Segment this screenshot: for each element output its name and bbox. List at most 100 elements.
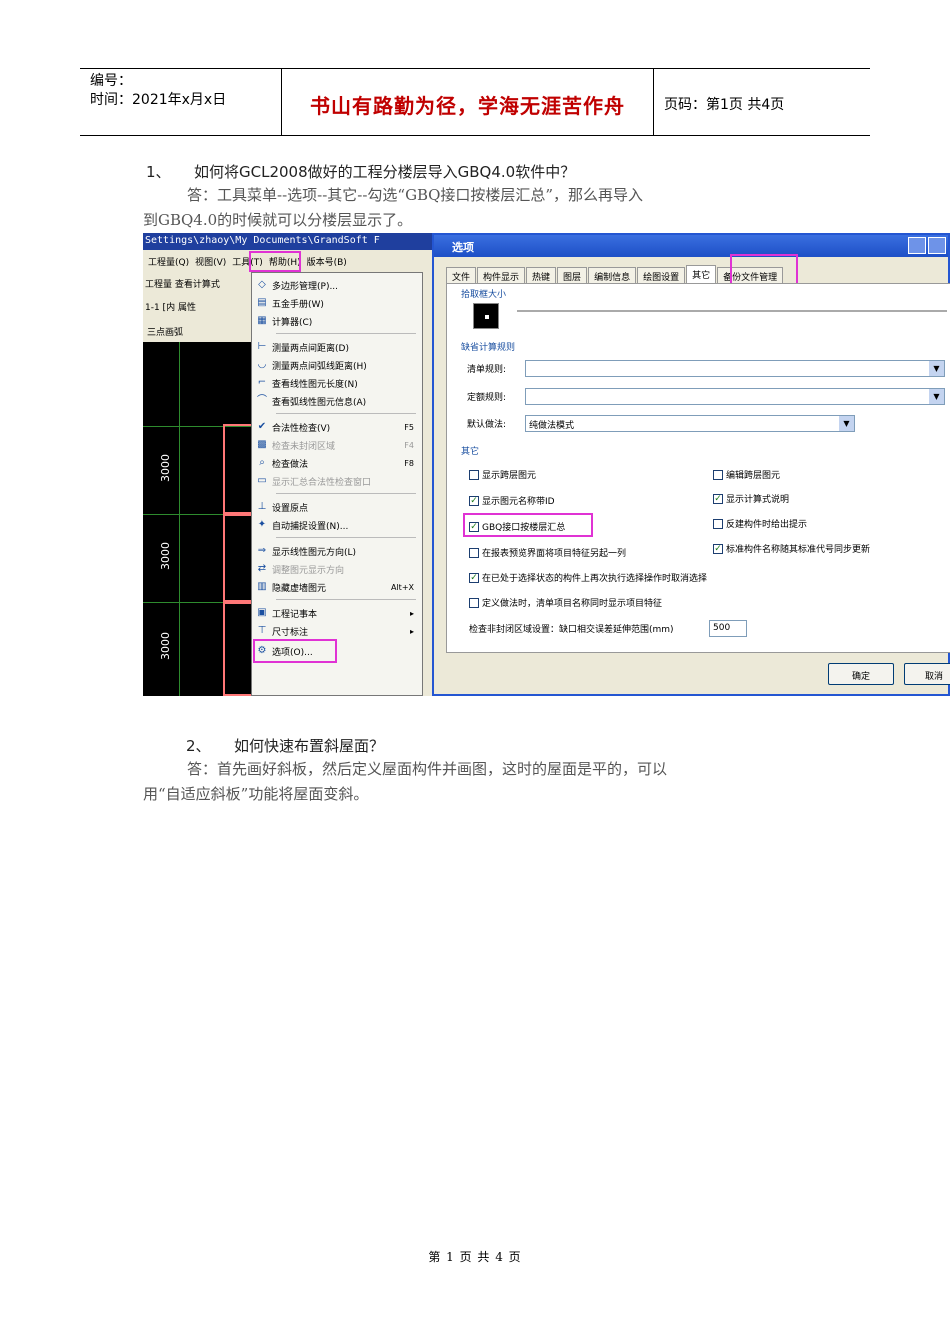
question-1: 1、 如何将GCL2008做好的工程分楼层导入GBQ4.0软件中？ [146,161,575,182]
check-icon: ✓ [469,495,479,506]
menu-item-measure-arc[interactable]: ◡ 测量两点间弧线距离(H) [256,357,418,373]
question-2-number: 2、 [186,737,211,755]
menu-item-measure-distance[interactable]: ⊢ 测量两点间距离(D) [256,339,418,355]
answer-2: 答：首先画好斜板，然后定义屋面构件并画图，这时的屋面是平的，可以 用“自适应斜板… [143,757,667,807]
menu-item-label: 显示线性图元方向(L) [272,547,357,558]
menu-item-dimension[interactable]: ⊤ 尺寸标注 ▸ [256,623,418,639]
checkbox-show-name-id[interactable]: ✓ 显示图元名称带ID [469,494,555,507]
options-dialog: 选项 文件 构件显示 热键 图层 编制信息 绘图设置 其它 备份文件管理 拾取框… [432,233,950,696]
menu-version[interactable]: 版本号(B) [307,255,347,268]
toolbar-view-formula[interactable]: 查看计算式 [175,280,220,290]
default-method-label: 默认做法: [467,420,507,430]
menu-item-label: 工程记事本 [272,609,318,620]
checkbox-toggle-selection[interactable]: ✓ 在已处于选择状态的构件上再次执行选择操作时取消选择 [469,571,707,584]
drawing-canvas[interactable]: 3000 3000 3000 [143,342,253,696]
default-method-value: 纯做法模式 [529,421,575,431]
question-2-text: 如何快速布置斜屋面？ [234,737,385,755]
group-other: 其它 [461,447,480,457]
check-gap-input[interactable]: 500 [709,620,747,637]
tab-component-display[interactable]: 构件显示 [477,267,526,283]
menu-item-label: 检查未封闭区域 [272,441,336,452]
calculator-icon: ▦ [257,315,267,326]
menu-item-set-origin[interactable]: ⊥ 设置原点 [256,499,418,515]
checkbox-box [713,518,723,529]
menu-item-label: 测量两点间弧线距离(H) [272,361,367,372]
menu-item-snap-settings[interactable]: ✦ 自动捕捉设置(N)... [256,517,418,533]
checkbox-reverse-build-prompt[interactable]: 反建构件时给出提示 [713,517,807,530]
close-button[interactable] [928,237,946,254]
book-icon: ▤ [257,297,267,308]
menu-separator [276,413,416,414]
menu-item-check-unclosed[interactable]: ▩ 检查未封闭区域 F4 [256,437,418,453]
menu-item-label: 检查做法 [272,459,309,470]
page-header: 编号： 时间：2021年x月x日 书山有路勤为径，学海无涯苦作舟 页码：第1页 … [80,68,870,136]
tab-other[interactable]: 其它 [686,265,717,283]
tab-edit-info[interactable]: 编制信息 [588,267,637,283]
menu-item-check-method[interactable]: ⌕ 检查做法 F8 [256,455,418,471]
menu-item-hide-virtual-wall[interactable]: ▥ 隐藏虚墙图元 Alt+X [256,579,418,595]
menu-quantity[interactable]: 工程量(Q) [148,255,189,268]
toolbar-quantity[interactable]: 工程量 [145,280,172,290]
minimize-button[interactable] [908,237,926,254]
checkbox-sync-standard-name[interactable]: ✓ 标准构件名称随其标准代号同步更新 [713,542,870,555]
menu-item-arc-info[interactable]: ⌒ 查看弧线性图元信息(A) [256,393,418,409]
toolbar-row-1: 工程量 查看计算式 [143,272,253,294]
header-motto: 书山有路勤为径，学海无涯苦作舟 [282,69,654,135]
arc-info-icon: ⌒ [257,395,267,406]
pick-size-slider[interactable] [517,310,947,312]
checkbox-show-item-feature[interactable]: 定义做法时，清单项目名称同时显示项目特征 [469,596,662,609]
menu-item-project-notes[interactable]: ▣ 工程记事本 ▸ [256,605,418,621]
checkbox-show-formula-note[interactable]: ✓ 显示计算式说明 [713,492,789,505]
tab-layers[interactable]: 图层 [557,267,588,283]
menu-item-hardware-manual[interactable]: ▤ 五金手册(W) [256,295,418,311]
tab-drawing-settings[interactable]: 绘图设置 [637,267,686,283]
checkbox-label: 反建构件时给出提示 [726,520,808,530]
menu-item-show-line-direction[interactable]: ⇒ 显示线性图元方向(L) [256,543,418,559]
dimension-label: 3000 [159,454,172,482]
menu-item-polygon-manage[interactable]: ◇ 多边形管理(P)... [256,277,418,293]
checkbox-show-cross-layer[interactable]: 显示跨层图元 [469,468,536,481]
toolbar-floor-select[interactable]: 1-1 [内 [145,303,175,313]
list-rule-select[interactable]: ▼ [525,360,945,377]
cancel-button[interactable]: 取消 [904,663,950,685]
page-footer: 第 1 页 共 4 页 [428,1250,522,1264]
adjust-icon: ⇄ [257,563,267,574]
menu-item-label: 自动捕捉设置(N)... [272,521,349,532]
quota-rule-label: 定额规则: [467,393,507,403]
menu-item-label: 计算器(C) [272,317,313,328]
menu-item-calculator[interactable]: ▦ 计算器(C) [256,313,418,329]
quota-rule-select[interactable]: ▼ [525,388,945,405]
menu-item-label: 查看线性图元长度(N) [272,379,358,390]
menu-item-validity-check[interactable]: ✔ 合法性检查(V) F5 [256,419,418,435]
grid-line [179,342,180,696]
group-pick-size: 拾取框大小 [461,290,507,300]
toolbar-three-point-arc[interactable]: 三点画弧 [147,328,183,338]
menu-item-adjust-direction[interactable]: ⇄ 调整图元显示方向 [256,561,418,577]
notes-icon: ▣ [257,607,267,618]
submenu-arrow-icon: ▸ [409,608,414,618]
checkbox-label: 显示跨层图元 [482,471,537,481]
menu-item-show-summary-check[interactable]: ▭ 显示汇总合法性检查窗口 [256,473,418,489]
line-icon: ⌐ [257,377,267,388]
checkbox-report-feature-column[interactable]: 在报表预览界面将项目特征另起一列 [469,546,626,559]
tab-file[interactable]: 文件 [446,267,477,283]
highlight-gbq-checkbox [463,513,593,537]
answer-2-line-2: 用“自适应斜板”功能将屋面变斜。 [143,785,369,803]
wall-outline [223,512,253,516]
origin-icon: ⊥ [257,501,267,512]
list-rule-label: 清单规则: [467,365,507,375]
default-method-select[interactable]: 纯做法模式 ▼ [525,415,855,432]
checkbox-edit-cross-layer[interactable]: 编辑跨层图元 [713,468,780,481]
toolbar-properties[interactable]: 属性 [178,303,196,313]
pick-box-preview [473,303,499,329]
menu-view[interactable]: 视图(V) [195,255,226,268]
ok-button[interactable]: 确定 [828,663,894,685]
checkbox-label: 显示计算式说明 [726,495,790,505]
tools-dropdown-menu: ◇ 多边形管理(P)... ▤ 五金手册(W) ▦ 计算器(C) ⊢ 测量两点间距离(D… [251,272,423,696]
menu-item-line-length[interactable]: ⌐ 查看线性图元长度(N) [256,375,418,391]
tab-hotkeys[interactable]: 热键 [526,267,557,283]
check-icon: ✔ [257,421,267,432]
check-icon: ✓ [713,543,723,554]
answer-1-line-2: 到GBQ4.0的时候就可以分楼层显示了。 [143,211,413,229]
direction-icon: ⇒ [257,545,267,556]
